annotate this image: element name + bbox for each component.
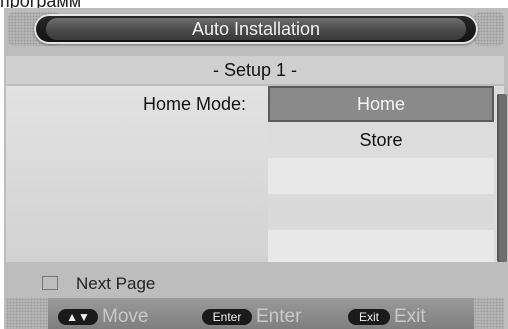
keybar-corner-right — [474, 298, 504, 329]
keybar-corner-left — [6, 298, 48, 329]
title-corner-right — [474, 12, 504, 46]
scrollbar[interactable] — [497, 94, 507, 262]
home-mode-label: Home Mode: — [142, 94, 246, 114]
setup-title: - Setup 1 - — [6, 56, 504, 84]
empty-option-row — [268, 230, 494, 262]
option-home[interactable]: Home — [268, 86, 494, 122]
option-store[interactable]: Store — [268, 122, 494, 158]
next-page-color-key-icon — [42, 276, 58, 290]
empty-option-row — [268, 194, 494, 230]
move-action-label: Move — [102, 306, 149, 327]
move-key-icon: ▲▼ — [58, 309, 98, 325]
exit-key-icon: Exit — [348, 309, 390, 325]
empty-option-row — [268, 158, 494, 194]
enter-action-label: Enter — [256, 306, 302, 327]
window-title: Auto Installation — [46, 18, 466, 40]
enter-key-icon: Enter — [202, 309, 252, 325]
exit-action-label: Exit — [394, 306, 426, 327]
next-page-label[interactable]: Next Page — [76, 274, 155, 294]
